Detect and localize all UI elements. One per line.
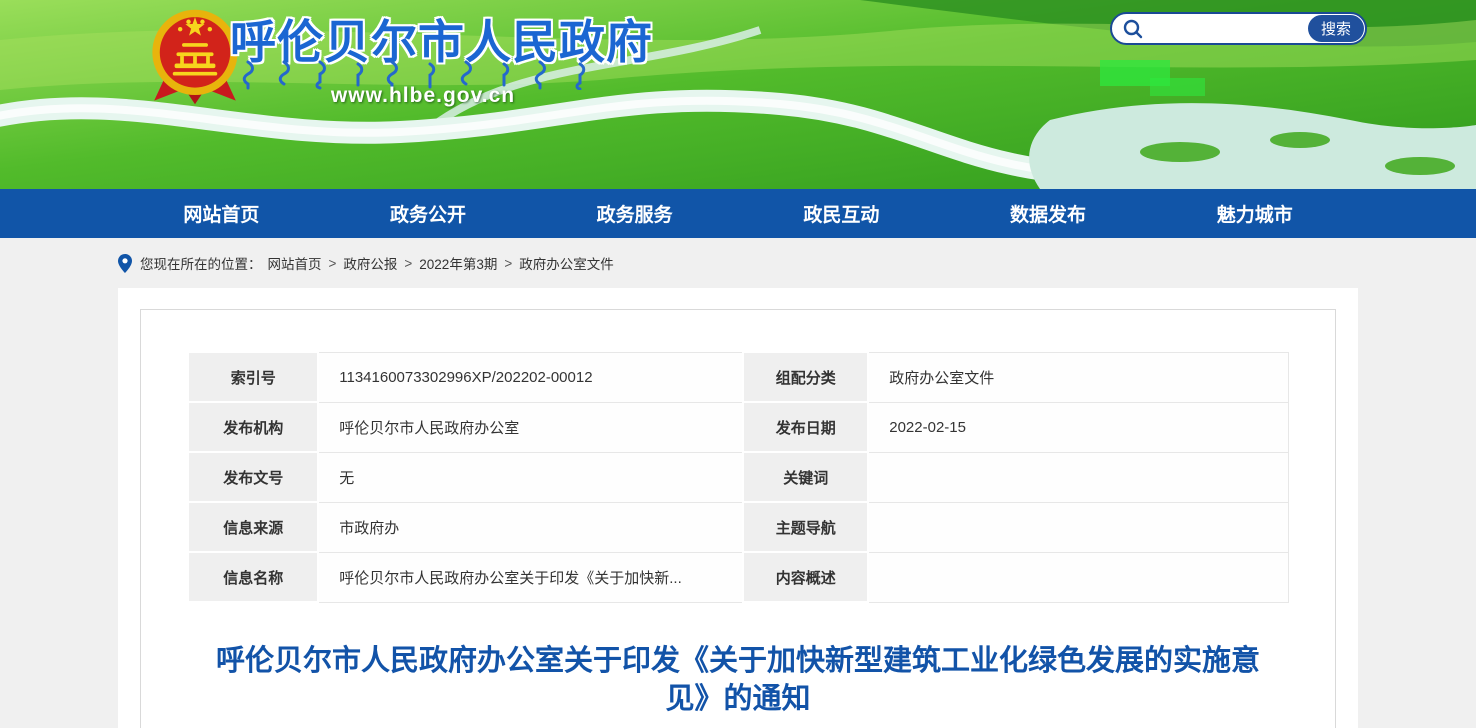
table-row: 发布文号 无 关键词: [188, 452, 1288, 502]
search-icon: [1122, 18, 1144, 40]
meta-label-summary: 内容概述: [743, 552, 868, 602]
location-pin-icon: [118, 254, 132, 273]
breadcrumb-prefix: 您现在所在的位置：: [140, 253, 262, 273]
nav-item-interaction[interactable]: 政民互动: [738, 189, 945, 238]
site-url: www.hlbe.gov.cn: [230, 84, 616, 108]
meta-value-index-number: 1134160073302996XP/202202-00012: [318, 352, 743, 402]
national-emblem-icon: [148, 6, 242, 108]
meta-value-doc-number: 无: [318, 452, 743, 502]
meta-label-topic-nav: 主题导航: [743, 502, 868, 552]
meta-value-publish-date: 2022-02-15: [868, 402, 1288, 452]
meta-label-category: 组配分类: [743, 352, 868, 402]
meta-label-source: 信息来源: [188, 502, 318, 552]
meta-value-summary: [868, 552, 1288, 602]
breadcrumb-item-home[interactable]: 网站首页: [268, 253, 322, 273]
nav-item-home[interactable]: 网站首页: [118, 189, 325, 238]
meta-label-issuing-agency: 发布机构: [188, 402, 318, 452]
meta-value-category: 政府办公室文件: [868, 352, 1288, 402]
breadcrumb-item-gazette[interactable]: 政府公报: [343, 253, 397, 273]
table-row: 信息名称 呼伦贝尔市人民政府办公室关于印发《关于加快新... 内容概述: [188, 552, 1288, 602]
main-navigation: 网站首页 政务公开 政务服务 政民互动 数据发布 魅力城市: [0, 189, 1476, 238]
breadcrumb-separator: >: [329, 256, 337, 271]
breadcrumb-item-issue[interactable]: 2022年第3期: [419, 253, 497, 273]
search-button[interactable]: 搜索: [1308, 15, 1364, 42]
breadcrumb-separator: >: [504, 256, 512, 271]
breadcrumb-strip: 您现在所在的位置： 网站首页 > 政府公报 > 2022年第3期 > 政府办公室…: [0, 238, 1476, 288]
breadcrumb-separator: >: [404, 256, 412, 271]
meta-label-keywords: 关键词: [743, 452, 868, 502]
table-row: 发布机构 呼伦贝尔市人民政府办公室 发布日期 2022-02-15: [188, 402, 1288, 452]
document-title: 呼伦贝尔市人民政府办公室关于印发《关于加快新型建筑工业化绿色发展的实施意见》的通…: [195, 642, 1281, 718]
header-banner: 呼伦贝尔市人民政府 www.hlbe.gov.cn 搜索: [0, 0, 1476, 189]
meta-label-publish-date: 发布日期: [743, 402, 868, 452]
document-metadata-table: 索引号 1134160073302996XP/202202-00012 组配分类…: [187, 351, 1289, 603]
meta-value-keywords: [868, 452, 1288, 502]
meta-value-source: 市政府办: [318, 502, 743, 552]
meta-label-info-name: 信息名称: [188, 552, 318, 602]
document-panel: 索引号 1134160073302996XP/202202-00012 组配分类…: [140, 309, 1336, 728]
meta-value-topic-nav: [868, 502, 1288, 552]
meta-value-info-name: 呼伦贝尔市人民政府办公室关于印发《关于加快新...: [318, 552, 743, 602]
nav-item-services[interactable]: 政务服务: [531, 189, 738, 238]
nav-item-disclosure[interactable]: 政务公开: [325, 189, 532, 238]
table-row: 索引号 1134160073302996XP/202202-00012 组配分类…: [188, 352, 1288, 402]
breadcrumb-item-category[interactable]: 政府办公室文件: [519, 253, 614, 273]
content-card: 索引号 1134160073302996XP/202202-00012 组配分类…: [118, 288, 1358, 728]
meta-label-doc-number: 发布文号: [188, 452, 318, 502]
nav-item-city[interactable]: 魅力城市: [1151, 189, 1358, 238]
nav-item-data[interactable]: 数据发布: [945, 189, 1152, 238]
search-box: 搜索: [1110, 12, 1367, 45]
meta-value-issuing-agency: 呼伦贝尔市人民政府办公室: [318, 402, 743, 452]
search-input[interactable]: [1150, 16, 1305, 41]
meta-label-index-number: 索引号: [188, 352, 318, 402]
breadcrumb: 您现在所在的位置： 网站首页 > 政府公报 > 2022年第3期 > 政府办公室…: [118, 238, 1358, 288]
table-row: 信息来源 市政府办 主题导航: [188, 502, 1288, 552]
